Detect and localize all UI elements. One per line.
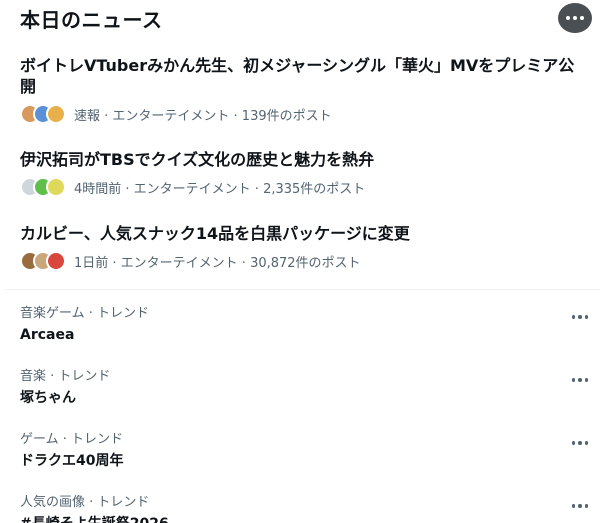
news-title: ボイトレVTuberみかん先生、初メジャーシングル「華火」MVをプレミア公開 [20, 56, 575, 96]
more-horizontal-icon [571, 504, 588, 508]
avatar-group [20, 104, 66, 124]
trend-more-button[interactable] [571, 437, 588, 449]
trend-name: 塚ちゃん [20, 390, 76, 406]
news-trends-panel: 本日のニュース ボイトレVTuberみかん先生、初メジャーシングル「華火」MVを… [4, 0, 600, 523]
trend-name: Arcaea [20, 327, 75, 343]
more-horizontal-icon [571, 441, 588, 445]
section-title: 本日のニュース [20, 8, 163, 32]
trend-category: 人気の画像 · トレンド [20, 495, 150, 510]
more-horizontal-icon [571, 378, 588, 382]
avatar-group [20, 177, 66, 197]
avatar [46, 251, 66, 271]
trend-category: 音楽ゲーム · トレンド [20, 306, 150, 321]
section-header: 本日のニュース [20, 6, 163, 34]
trend-name: #長崎そよ生誕祭2026 [20, 514, 588, 523]
news-meta: 速報 · エンターテイメント · 139件のポスト [20, 102, 588, 126]
news-item[interactable]: 伊沢拓司がTBSでクイズ文化の歴史と魅力を熱弁 4時間前 · エンターテイメント… [20, 149, 588, 199]
trend-more-button[interactable] [571, 374, 588, 386]
trend-category: 音楽 · トレンド [20, 369, 111, 384]
trend-item[interactable]: ゲーム · トレンド ドラクエ40周年 [20, 431, 588, 471]
trend-more-button[interactable] [571, 500, 588, 512]
news-title: カルビー、人気スナック14品を白黒パッケージに変更 [20, 224, 410, 243]
more-horizontal-icon [571, 315, 588, 319]
trend-item[interactable]: 音楽ゲーム · トレンド Arcaea [20, 305, 588, 345]
trend-more-button[interactable] [571, 311, 588, 323]
news-meta-text: 速報 · エンターテイメント · 139件のポスト [74, 108, 332, 124]
trend-name: ドラクエ40周年 [20, 453, 124, 469]
trend-item[interactable]: 音楽 · トレンド 塚ちゃん [20, 368, 588, 408]
news-item[interactable]: カルビー、人気スナック14品を白黒パッケージに変更 1日前 · エンターテイメン… [20, 223, 588, 273]
avatar-group [20, 251, 66, 271]
news-title: 伊沢拓司がTBSでクイズ文化の歴史と魅力を熱弁 [20, 150, 375, 169]
avatar [46, 177, 66, 197]
news-item[interactable]: ボイトレVTuberみかん先生、初メジャーシングル「華火」MVをプレミア公開 速… [20, 55, 588, 126]
news-meta-text: 4時間前 · エンターテイメント · 2,335件のポスト [74, 181, 366, 197]
avatar [46, 104, 66, 124]
header-more-button[interactable] [558, 3, 592, 33]
trend-category: ゲーム · トレンド [20, 432, 124, 447]
news-meta-text: 1日前 · エンターテイメント · 30,872件のポスト [74, 255, 361, 271]
more-horizontal-icon [566, 16, 584, 20]
section-divider [4, 289, 600, 290]
news-meta: 1日前 · エンターテイメント · 30,872件のポスト [20, 249, 588, 273]
trend-item[interactable]: 人気の画像 · トレンド #長崎そよ生誕祭2026 [20, 494, 588, 523]
news-meta: 4時間前 · エンターテイメント · 2,335件のポスト [20, 175, 588, 199]
